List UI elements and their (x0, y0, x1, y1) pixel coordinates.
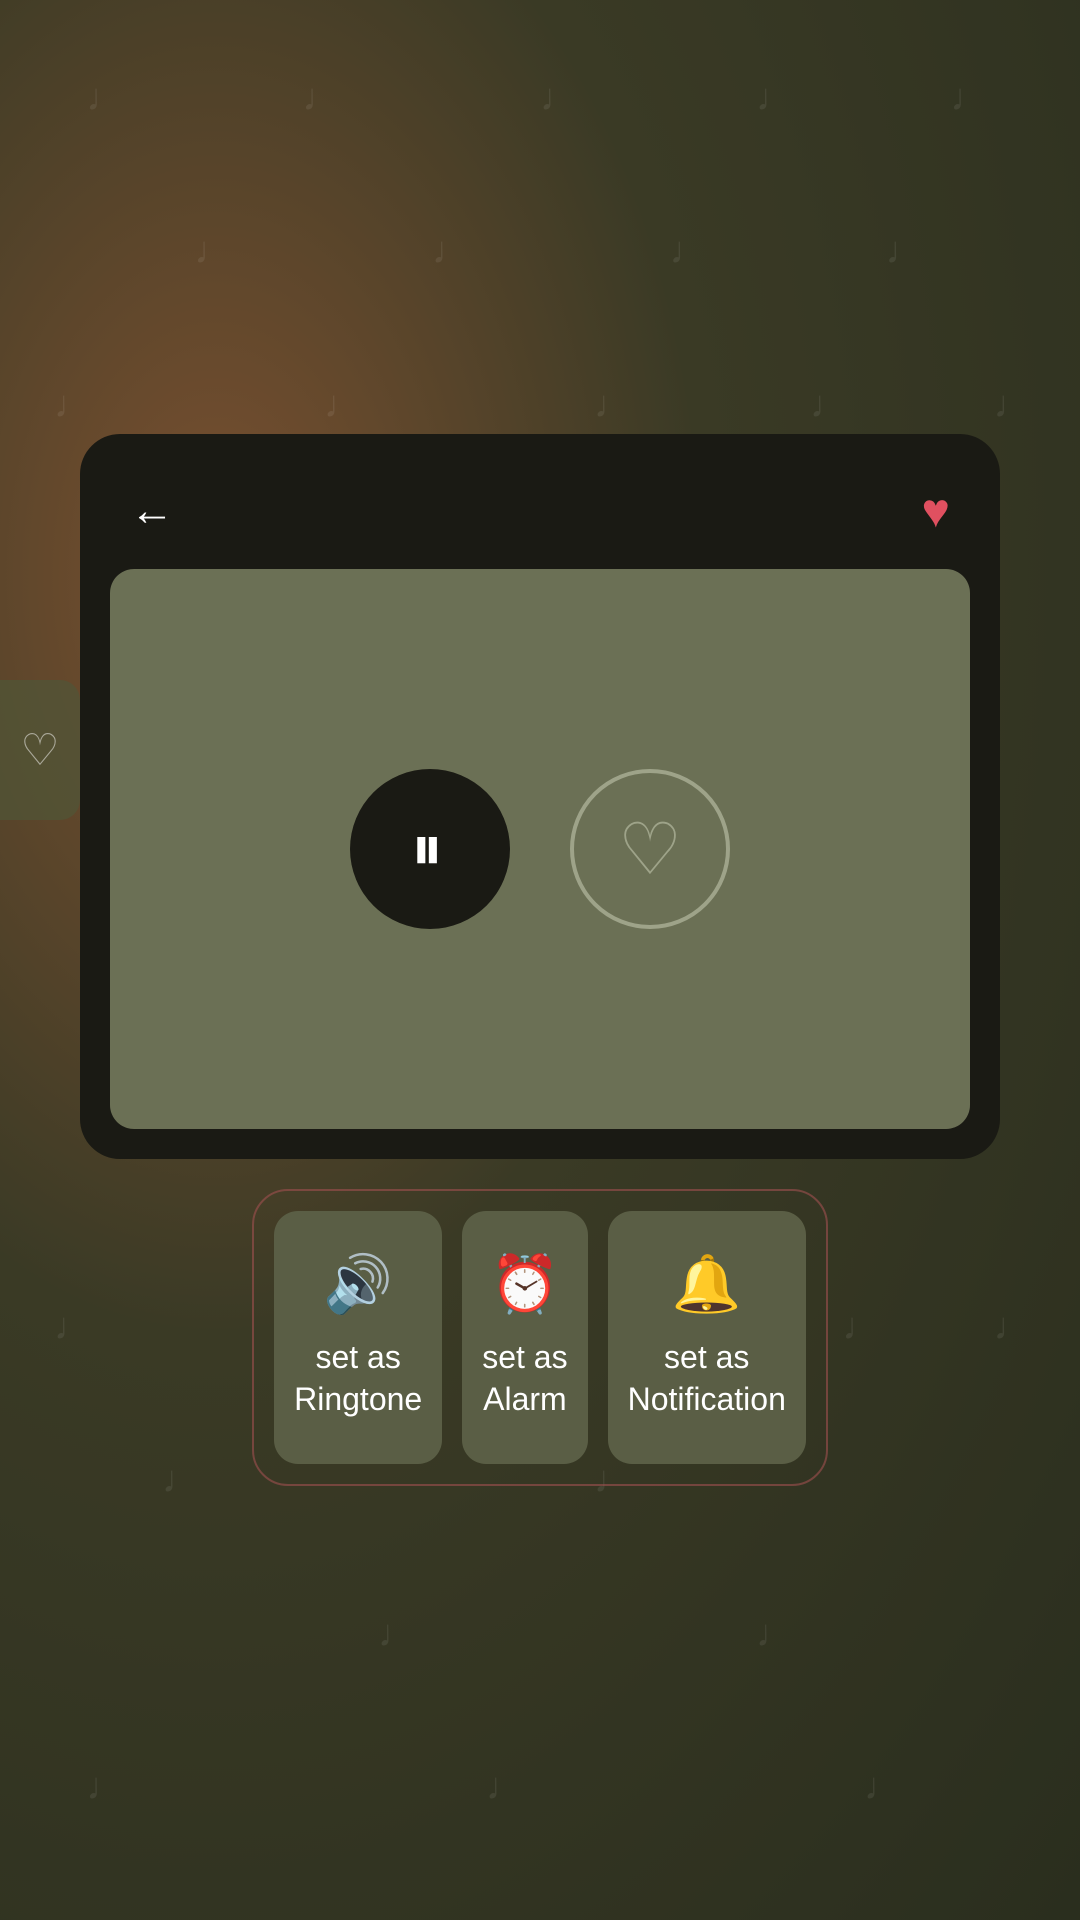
ringtone-label: set as Ringtone (294, 1337, 422, 1420)
pause-button[interactable]: ⏸ (350, 769, 510, 929)
notification-icon: 🔔 (672, 1251, 742, 1317)
player-area: ⏸ ♡ (110, 569, 970, 1129)
side-heart-icon: ♡ (20, 725, 59, 776)
main-card: ← ♥ ⏸ ♡ (80, 434, 1000, 1159)
main-content: ← ♥ ⏸ ♡ 🔊 set as Ringtone ⏰ set as Alarm 🔔 se… (0, 0, 1080, 1920)
pause-icon: ⏸ (411, 811, 449, 886)
set-as-notification-button[interactable]: 🔔 set as Notification (608, 1211, 806, 1464)
notification-label: set as Notification (628, 1337, 786, 1420)
set-as-ringtone-button[interactable]: 🔊 set as Ringtone (274, 1211, 442, 1464)
favorite-button[interactable]: ♥ (922, 484, 951, 539)
alarm-label: set as Alarm (482, 1337, 567, 1420)
set-as-alarm-button[interactable]: ⏰ set as Alarm (462, 1211, 587, 1464)
card-header: ← ♥ (110, 464, 970, 569)
like-button[interactable]: ♡ (570, 769, 730, 929)
actions-wrapper: 🔊 set as Ringtone ⏰ set as Alarm 🔔 set as Not… (252, 1189, 828, 1486)
ringtone-icon: 🔊 (323, 1251, 393, 1317)
like-heart-icon: ♡ (618, 807, 683, 891)
back-button[interactable]: ← (130, 489, 174, 533)
actions-row: 🔊 set as Ringtone ⏰ set as Alarm 🔔 set as Not… (274, 1211, 806, 1464)
side-heart-widget[interactable]: ♡ (0, 680, 80, 820)
alarm-icon: ⏰ (490, 1251, 560, 1317)
